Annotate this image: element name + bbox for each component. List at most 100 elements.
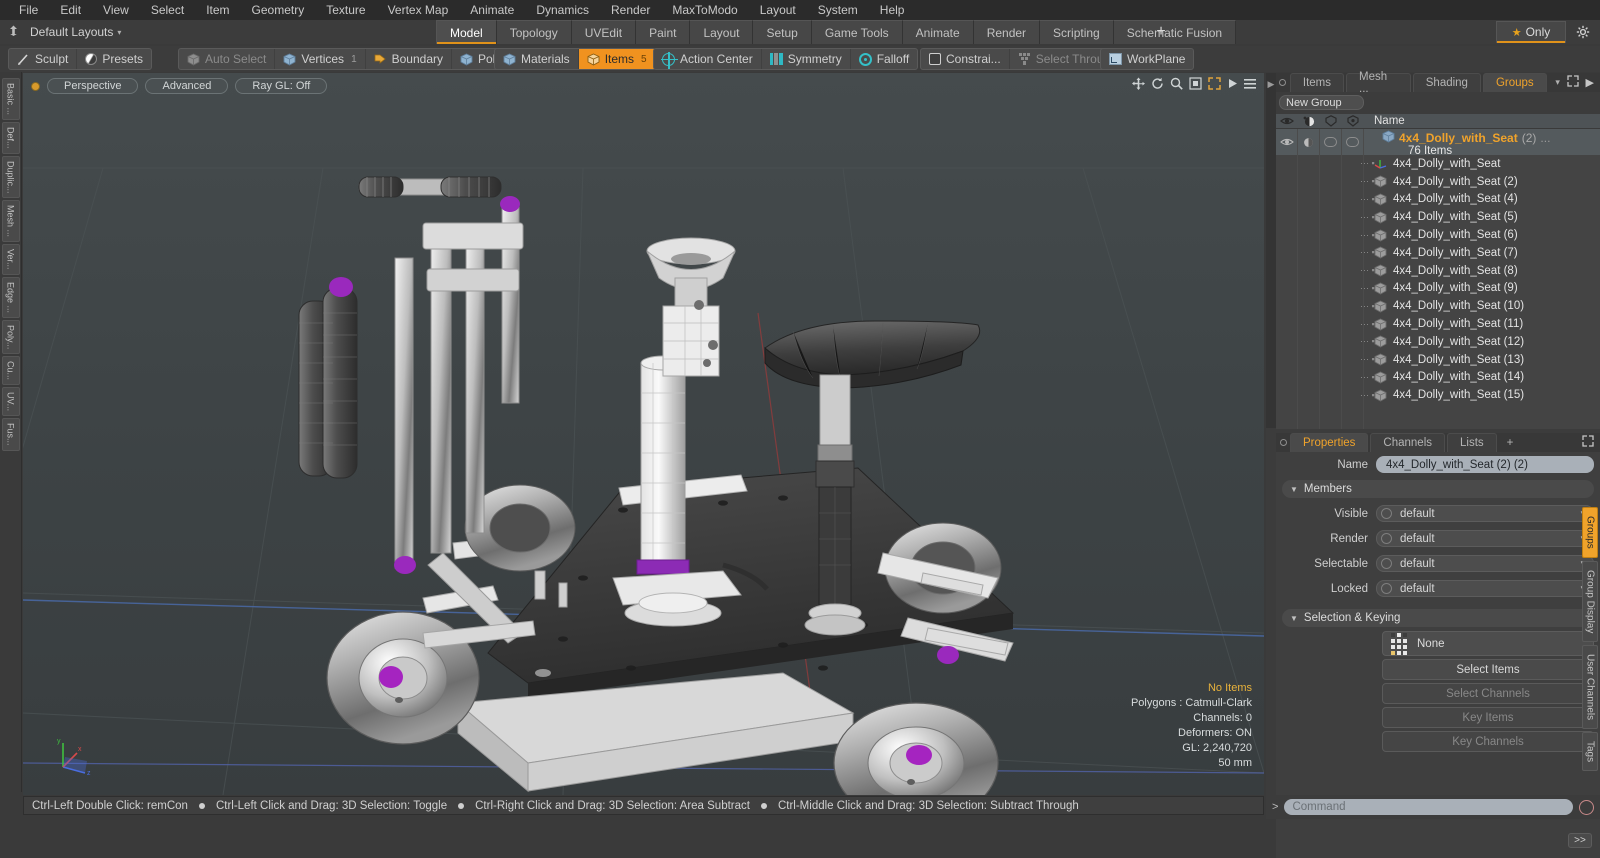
tool-constrai[interactable]: Constrai... bbox=[921, 49, 1010, 69]
left-tool-tab-uv[interactable]: UV... bbox=[1, 386, 20, 417]
layout-tab-animate[interactable]: Animate bbox=[902, 20, 974, 44]
right-vtab-group-display[interactable]: Group Display bbox=[1582, 560, 1598, 643]
right-vtab-groups[interactable]: Groups bbox=[1582, 507, 1598, 558]
list-item[interactable]: ⋯ ▪ 4x4_Dolly_with_Seat (9) bbox=[1276, 280, 1600, 298]
member-toggle-knob[interactable] bbox=[1381, 583, 1392, 594]
tool-action-center[interactable]: Action Center bbox=[654, 49, 762, 69]
tool-materials[interactable]: Materials bbox=[495, 49, 579, 69]
list-item[interactable]: ⋯ ▪ 4x4_Dolly_with_Seat (8) bbox=[1276, 262, 1600, 280]
viewport-shading-button[interactable]: Advanced bbox=[145, 78, 229, 94]
zoom-icon[interactable] bbox=[1170, 77, 1183, 93]
menu-item-layout[interactable]: Layout bbox=[749, 0, 807, 20]
panel-tab-groups[interactable]: Groups bbox=[1482, 73, 1547, 92]
menu-item-system[interactable]: System bbox=[807, 0, 869, 20]
menu-icon[interactable] bbox=[1244, 78, 1256, 93]
member-toggle-knob[interactable] bbox=[1381, 533, 1392, 544]
menu-item-maxtomodo[interactable]: MaxToModo bbox=[661, 0, 748, 20]
group-item-list[interactable]: 4x4_Dolly_with_Seat (2) ... 76 Items ⋯ ▪… bbox=[1276, 129, 1600, 429]
rotate-icon[interactable] bbox=[1151, 77, 1164, 93]
panel-tab-overflow-icon[interactable]: ▾ bbox=[1549, 73, 1567, 92]
fit-icon[interactable] bbox=[1189, 77, 1202, 93]
left-tool-tab-mesh[interactable]: Mesh ... bbox=[1, 200, 20, 243]
viewport-raygl-button[interactable]: Ray GL: Off bbox=[235, 78, 328, 94]
play-icon[interactable] bbox=[1227, 78, 1238, 92]
panel-collapse-handle[interactable]: ▶ bbox=[1266, 73, 1276, 428]
list-item[interactable]: ⋯ ▪ 4x4_Dolly_with_Seat (4) bbox=[1276, 191, 1600, 209]
viewport-3d[interactable]: Perspective Advanced Ray GL: Off No Item… bbox=[23, 73, 1264, 795]
menu-item-file[interactable]: File bbox=[8, 0, 49, 20]
tool-workplane[interactable]: WorkPlane bbox=[1101, 49, 1193, 69]
member-toggle-knob[interactable] bbox=[1381, 558, 1392, 569]
group-selectable-toggle[interactable] bbox=[1320, 129, 1342, 155]
menu-item-item[interactable]: Item bbox=[195, 0, 240, 20]
list-item[interactable]: ⋯ ▪ 4x4_Dolly_with_Seat (7) bbox=[1276, 244, 1600, 262]
group-row[interactable]: 4x4_Dolly_with_Seat (2) ... 76 Items bbox=[1276, 129, 1600, 157]
list-item[interactable]: ⋯ ▪ 4x4_Dolly_with_Seat bbox=[1276, 155, 1600, 173]
tool-presets[interactable]: Presets bbox=[77, 49, 151, 69]
panel-menu-icon[interactable] bbox=[1276, 73, 1290, 92]
list-item[interactable]: ⋯ ▪ 4x4_Dolly_with_Seat (5) bbox=[1276, 208, 1600, 226]
record-icon[interactable] bbox=[1579, 799, 1594, 815]
menu-item-animate[interactable]: Animate bbox=[459, 0, 525, 20]
only-toggle-button[interactable]: ★ Only bbox=[1496, 21, 1566, 43]
properties-expand-icon[interactable] bbox=[1582, 435, 1594, 450]
select-items-button[interactable]: Select Items bbox=[1382, 659, 1594, 680]
tool-auto-select[interactable]: Auto Select bbox=[179, 49, 276, 69]
layout-tab-paint[interactable]: Paint bbox=[636, 20, 691, 44]
properties-tab-properties[interactable]: Properties bbox=[1290, 433, 1369, 452]
layout-tab-render[interactable]: Render bbox=[973, 20, 1041, 44]
move-icon[interactable] bbox=[1132, 77, 1145, 93]
left-tool-tab-def[interactable]: Def... bbox=[1, 122, 20, 154]
right-vtab-user-channels[interactable]: User Channels bbox=[1582, 645, 1598, 730]
left-tool-tab-cu[interactable]: Cu... bbox=[1, 355, 20, 385]
add-properties-tab-button[interactable]: + bbox=[1499, 433, 1522, 452]
properties-tab-lists[interactable]: Lists bbox=[1447, 433, 1497, 452]
group-visibility-icon[interactable] bbox=[1276, 129, 1298, 155]
left-tool-tab-duplic[interactable]: Duplic... bbox=[1, 155, 20, 199]
layout-tab-setup[interactable]: Setup bbox=[753, 20, 812, 44]
chevron-down-icon[interactable]: ▾ bbox=[117, 28, 121, 37]
menu-item-dynamics[interactable]: Dynamics bbox=[525, 0, 600, 20]
layout-tab-topology[interactable]: Topology bbox=[496, 20, 572, 44]
menu-item-view[interactable]: View bbox=[92, 0, 140, 20]
menu-item-render[interactable]: Render bbox=[600, 0, 661, 20]
lock-icon[interactable] bbox=[1342, 115, 1364, 127]
tool-boundary[interactable]: Boundary bbox=[366, 49, 452, 69]
render-icon[interactable] bbox=[1298, 116, 1320, 127]
list-item[interactable]: ⋯ ▪ 4x4_Dolly_with_Seat (12) bbox=[1276, 333, 1600, 351]
expand-icon[interactable] bbox=[1566, 75, 1579, 90]
anchor-icon[interactable] bbox=[0, 24, 26, 40]
list-item[interactable]: ⋯ ▪ 4x4_Dolly_with_Seat (10) bbox=[1276, 297, 1600, 315]
tool-sculpt[interactable]: Sculpt bbox=[9, 49, 78, 69]
viewport-projection-button[interactable]: Perspective bbox=[47, 78, 139, 94]
members-section-header[interactable]: ▼ Members bbox=[1282, 480, 1594, 498]
tool-symmetry[interactable]: Symmetry bbox=[762, 49, 851, 69]
member-dropdown-visible[interactable]: default▼ bbox=[1376, 505, 1594, 522]
member-dropdown-render[interactable]: default▼ bbox=[1376, 530, 1594, 547]
maximize-icon[interactable] bbox=[1208, 77, 1221, 93]
left-tool-tab-ver[interactable]: Ver... bbox=[1, 244, 20, 275]
list-item[interactable]: ⋯ ▪ 4x4_Dolly_with_Seat (2) bbox=[1276, 173, 1600, 191]
left-tool-tab-fus[interactable]: Fus... bbox=[1, 418, 20, 451]
viewport-menu-dot-icon[interactable] bbox=[31, 81, 40, 91]
panel-tab-items[interactable]: Items bbox=[1289, 73, 1345, 92]
member-toggle-knob[interactable] bbox=[1381, 508, 1392, 519]
layout-tab-uvedit[interactable]: UVEdit bbox=[571, 20, 637, 44]
left-tool-tab-edge[interactable]: Edge ... bbox=[1, 276, 20, 318]
layout-tab-game-tools[interactable]: Game Tools bbox=[811, 20, 903, 44]
tool-items[interactable]: Items 5 bbox=[578, 49, 655, 69]
menu-item-geometry[interactable]: Geometry bbox=[241, 0, 316, 20]
layout-tab-model[interactable]: Model bbox=[436, 20, 497, 44]
menu-item-vertex-map[interactable]: Vertex Map bbox=[377, 0, 460, 20]
layout-preset-label[interactable]: Default Layouts bbox=[26, 25, 113, 39]
selectable-icon[interactable] bbox=[1320, 115, 1342, 127]
member-dropdown-locked[interactable]: default▼ bbox=[1376, 580, 1594, 597]
properties-tab-channels[interactable]: Channels bbox=[1370, 433, 1446, 452]
left-tool-tab-basic[interactable]: Basic ... bbox=[1, 78, 20, 121]
command-input[interactable]: Command bbox=[1284, 799, 1573, 815]
list-item[interactable]: ⋯ ▪ 4x4_Dolly_with_Seat (15) bbox=[1276, 386, 1600, 404]
menu-item-help[interactable]: Help bbox=[869, 0, 916, 20]
name-field[interactable]: 4x4_Dolly_with_Seat (2) (2) bbox=[1376, 456, 1594, 473]
tool-vertices[interactable]: Vertices 1 bbox=[275, 49, 366, 69]
panel-tab-shading[interactable]: Shading bbox=[1412, 73, 1481, 92]
